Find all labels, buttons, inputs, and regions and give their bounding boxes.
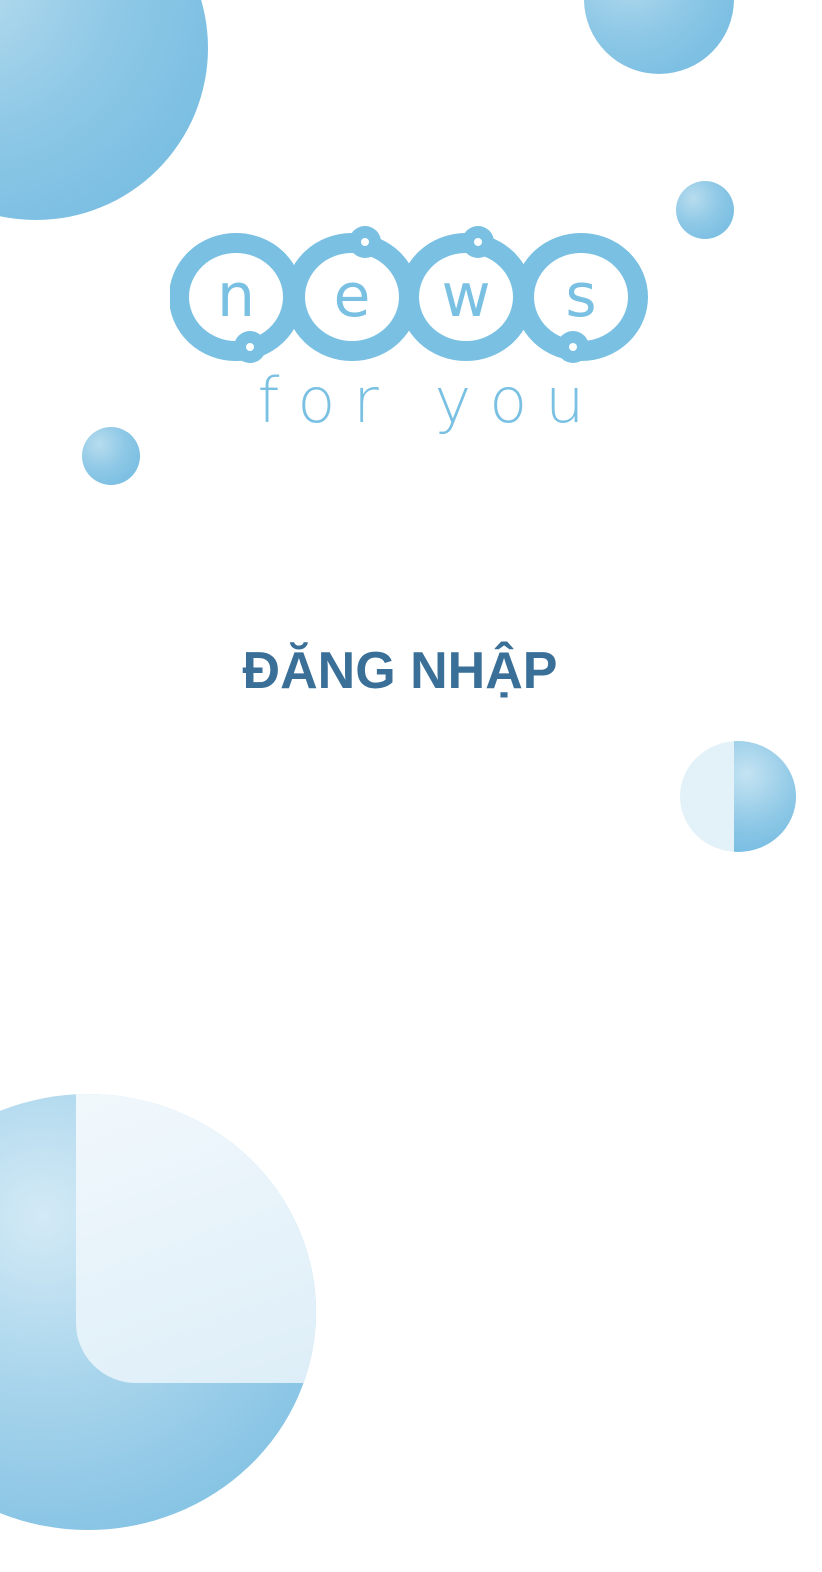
login-screen: n e w s for you ĐĂNG NHẬP [0,0,822,1572]
decorative-bubble-small-right [676,181,734,239]
logo-tagline: for you [257,364,603,437]
logo-letter-w: w [441,261,490,331]
news-logo-mark: n e w s [170,226,648,363]
decorative-bubble-half [680,741,796,852]
page-title: ĐĂNG NHẬP [242,642,558,700]
app-logo: n e w s for you [170,226,650,441]
logo-letter-s: s [565,261,596,331]
decorative-bubble-top-left [0,0,208,220]
decorative-bubble-panel [76,1094,316,1383]
decorative-bubble-half-shade [734,741,796,852]
logo-letter-n: n [217,261,255,331]
decorative-bubble-small-left [82,427,140,485]
logo-letter-e: e [334,261,371,331]
decorative-bubble-top-right [584,0,734,74]
decorative-bubble-large [0,1094,316,1530]
